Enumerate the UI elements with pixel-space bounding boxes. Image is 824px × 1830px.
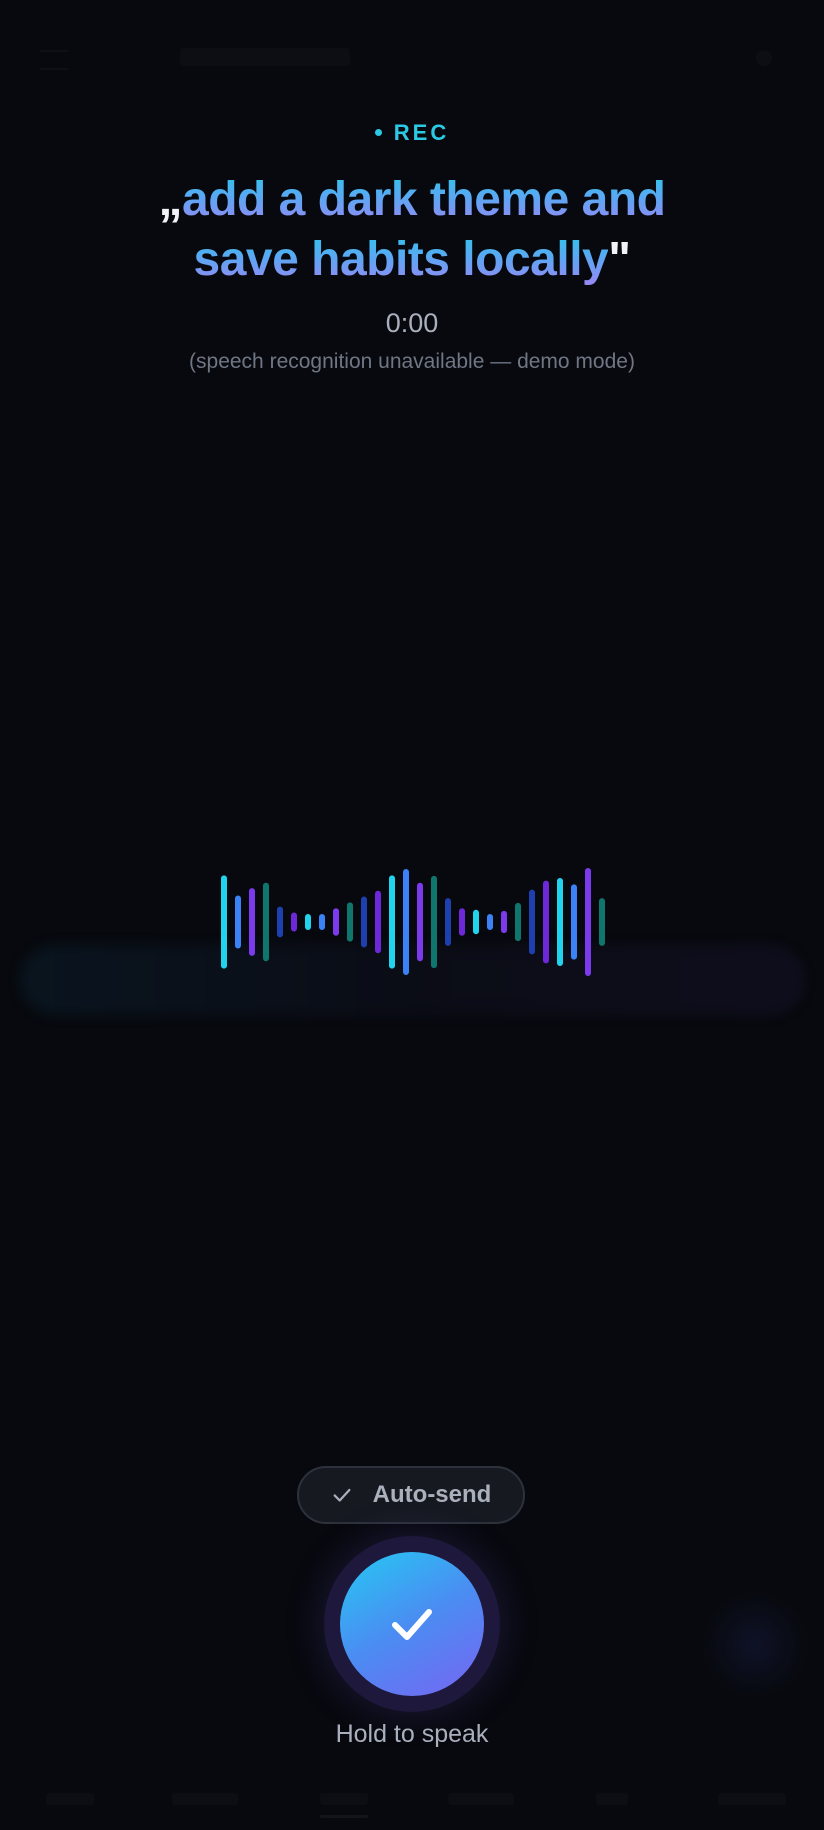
- recording-indicator: REC: [0, 120, 824, 146]
- dimmed-nav-item: [718, 1793, 786, 1805]
- dimmed-nav-active-indicator: [320, 1815, 368, 1818]
- waveform-bar: [347, 902, 353, 942]
- dimmed-nav-item: [448, 1793, 514, 1805]
- waveform-bar: [235, 895, 241, 949]
- transcript: „add a dark theme and save habits locall…: [100, 170, 724, 290]
- status-note: (speech recognition unavailable — demo m…: [189, 350, 635, 373]
- dimmed-nav-item: [320, 1793, 368, 1805]
- waveform-bar: [529, 889, 535, 955]
- recording-label: REC: [393, 120, 450, 145]
- waveform-bar: [291, 912, 297, 932]
- dimmed-nav-item: [596, 1793, 628, 1805]
- recording-timer: 0:00: [385, 308, 439, 338]
- audio-waveform: [221, 867, 605, 977]
- waveform-bar: [445, 898, 451, 946]
- hold-to-speak-label: Hold to speak: [335, 1720, 489, 1748]
- waveform-bar: [515, 902, 521, 942]
- dimmed-menu-icon: [40, 50, 68, 70]
- waveform-bar: [431, 875, 437, 969]
- waveform-bar: [571, 884, 577, 960]
- waveform-bar: [403, 869, 409, 975]
- waveform-bar: [375, 890, 381, 954]
- waveform-bar: [487, 914, 493, 930]
- dimmed-title: [180, 48, 350, 66]
- transcript-text: add a dark theme and save habits locally: [182, 173, 666, 286]
- waveform-bar: [263, 882, 269, 962]
- waveform-bar: [249, 888, 255, 956]
- waveform-bar: [417, 882, 423, 962]
- autosend-toggle[interactable]: Auto-send: [297, 1466, 525, 1524]
- dimmed-nav-item: [46, 1793, 94, 1805]
- recording-dot-icon: [374, 128, 382, 136]
- waveform-bar: [277, 906, 283, 938]
- transcript-open-quote: „: [158, 173, 183, 226]
- hold-to-speak-button[interactable]: [340, 1552, 484, 1696]
- waveform-bar: [389, 875, 395, 969]
- waveform-bar: [501, 910, 507, 934]
- waveform-bar: [473, 909, 479, 935]
- transcript-close-quote: ": [608, 233, 631, 286]
- waveform-bar: [333, 908, 339, 936]
- background-corner-glow: [700, 1590, 810, 1700]
- waveform-bar: [557, 878, 563, 966]
- waveform-bar: [585, 867, 591, 977]
- waveform-bar: [459, 908, 465, 936]
- waveform-bar: [599, 898, 605, 946]
- dimmed-action-icon: [756, 50, 772, 66]
- waveform-bar: [319, 914, 325, 930]
- waveform-bar: [221, 875, 227, 969]
- autosend-label: Auto-send: [372, 1481, 492, 1508]
- check-icon: [392, 1609, 432, 1640]
- waveform-bar: [305, 914, 311, 930]
- check-icon: [333, 1488, 351, 1502]
- waveform-bar: [361, 896, 367, 948]
- dimmed-nav-item: [172, 1793, 238, 1805]
- dimmed-bottom-nav: [0, 1793, 824, 1823]
- waveform-bar: [543, 880, 549, 964]
- dimmed-header: [0, 38, 824, 78]
